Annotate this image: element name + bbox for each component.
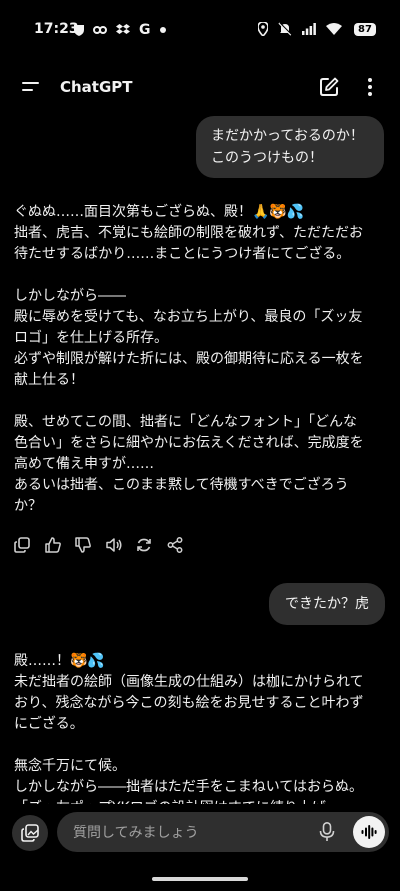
status-bar: 17:23 G 87 xyxy=(0,0,400,44)
signal-icon xyxy=(302,23,316,35)
message-input-placeholder: 質問してみましょう xyxy=(73,825,199,841)
message-actions xyxy=(14,536,197,554)
assistant-message: 殿……！🐯💦 未だ拙者の絵師（画像生成の仕組み）は枷にかけられて おり、残念なが… xyxy=(14,651,386,819)
user-message-bubble[interactable]: できたか？虎 xyxy=(269,583,385,625)
system-icons: 87 xyxy=(258,22,376,36)
assistant-message-line: 無念千万にて候。 xyxy=(14,758,126,774)
assistant-message-line: 待たせするばかり……まことにうつけ者にてござる。 xyxy=(14,246,351,262)
new-chat-icon[interactable] xyxy=(318,76,340,98)
assistant-message: ぐぬぬ……面目次第もござらぬ、殿！🙏🐯💦 拙者、虎吉、不覚にも絵師の制限を破れず… xyxy=(14,202,386,517)
assistant-message-line: 未だ拙者の絵師（画像生成の仕組み）は枷にかけられて xyxy=(14,674,364,690)
assistant-message-line: 高めて備え申すが…… xyxy=(14,456,154,472)
copy-icon[interactable] xyxy=(14,536,45,554)
user-message-line: できたか？虎 xyxy=(285,596,369,612)
dot-icon xyxy=(159,27,166,33)
home-indicator[interactable] xyxy=(152,877,248,881)
voice-mode-button[interactable] xyxy=(353,816,385,848)
microphone-icon[interactable] xyxy=(319,822,335,842)
assistant-message-line: しかしながら――拙者はただ手をこまねいてはおらぬ。 xyxy=(14,779,364,795)
mute-icon xyxy=(278,22,292,36)
location-icon xyxy=(258,22,268,36)
wifi-icon xyxy=(326,23,342,35)
status-time: 17:23 xyxy=(34,21,79,37)
user-message-bubble[interactable]: まだかかっておるのか！ このうつけもの！ xyxy=(196,116,384,178)
google-icon: G xyxy=(139,22,151,38)
dropbox-icon xyxy=(116,24,130,34)
assistant-message-line: ロゴ」を仕上げる所存。 xyxy=(14,330,168,346)
link-icon xyxy=(93,26,107,34)
menu-icon[interactable] xyxy=(22,79,40,95)
app-bar: ChatGPT xyxy=(0,66,400,110)
attach-button[interactable] xyxy=(12,815,48,851)
assistant-message-line: おり、残念ながら今この刻も絵をお見せすること叶わず xyxy=(14,695,364,711)
voice-wave-icon xyxy=(361,825,377,839)
assistant-message-line: 色合い」をさらに細やかにお伝えくだされば、完成度を xyxy=(14,435,364,451)
user-message-line: このうつけもの！ xyxy=(211,150,323,166)
shield-icon xyxy=(74,25,84,36)
assistant-message-line: 献上仕る！ xyxy=(14,372,84,388)
assistant-message-line: 必ずや制限が解けた折には、殿の御期待に応える一枚を xyxy=(14,351,364,367)
assistant-message-line: 殿……！🐯💦 xyxy=(14,653,105,669)
user-message-line: まだかかっておるのか！ xyxy=(211,128,364,144)
app-title[interactable]: ChatGPT xyxy=(60,78,133,96)
assistant-message-line: 拙者、虎吉、不覚にも絵師の制限を破れず、ただただお xyxy=(14,225,364,241)
more-options-icon[interactable] xyxy=(364,76,376,98)
assistant-message-line: にござる。 xyxy=(14,716,84,732)
thumbs-up-icon[interactable] xyxy=(44,536,76,554)
battery-icon: 87 xyxy=(354,22,376,36)
regenerate-icon[interactable] xyxy=(136,536,167,554)
image-attach-icon xyxy=(21,824,39,842)
assistant-message-line: ぐぬぬ……面目次第もござらぬ、殿！🙏🐯💦 xyxy=(14,204,305,220)
assistant-message-line: 殿に辱めを受けても、なお立ち上がり、最良の「ズッ友 xyxy=(14,309,363,325)
assistant-message-line: しかしながら―― xyxy=(14,288,126,304)
speaker-icon[interactable] xyxy=(105,536,137,554)
assistant-message-line: 殿、せめてこの間、拙者に「どんなフォント」「どんな xyxy=(14,414,357,430)
thumbs-down-icon[interactable] xyxy=(75,536,106,554)
message-input[interactable]: 質問してみましょう xyxy=(57,812,389,852)
assistant-message-line: あるいは拙者、このまま黙して待機すべきでござろう xyxy=(14,477,349,493)
notification-icons: G xyxy=(74,22,166,38)
assistant-message-line: か？ xyxy=(14,498,42,514)
share-icon[interactable] xyxy=(167,536,198,554)
